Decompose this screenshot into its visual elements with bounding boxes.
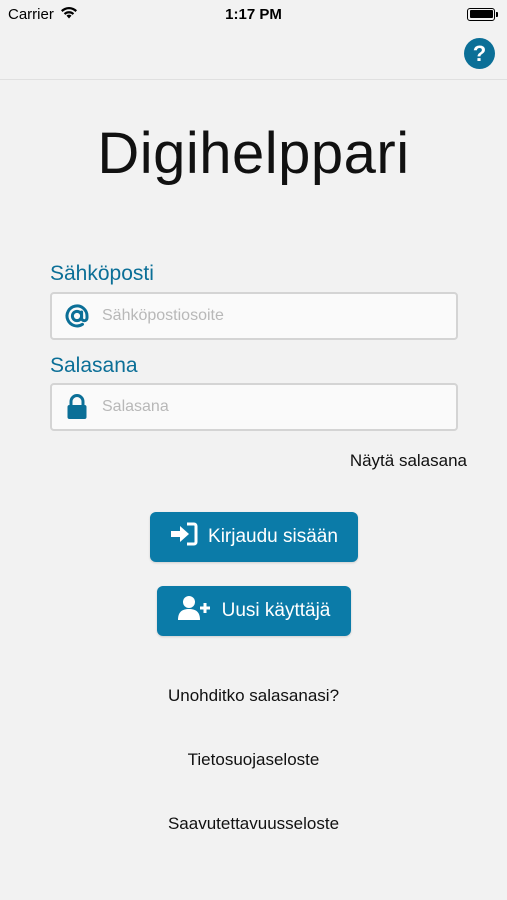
wifi-icon (60, 6, 78, 23)
login-button-label: Kirjaudu sisään (208, 526, 338, 547)
new-user-button-label: Uusi käyttäjä (221, 600, 331, 621)
new-user-button[interactable]: Uusi käyttäjä (157, 586, 351, 636)
app-title: Digihelppari (97, 121, 410, 186)
password-field-container[interactable] (50, 383, 458, 431)
accessibility-statement-link[interactable]: Saavutettavuusseloste (0, 814, 507, 834)
email-label: Sähköposti (50, 262, 154, 285)
show-password-toggle[interactable]: Näytä salasana (350, 451, 467, 471)
privacy-policy-link[interactable]: Tietosuojaseloste (0, 750, 507, 770)
lock-icon (52, 394, 102, 420)
email-field-container[interactable] (50, 292, 458, 340)
login-screen: Carrier 1:17 PM ? Digihelppari Sähköpost… (0, 0, 507, 900)
email-input[interactable] (102, 294, 456, 338)
help-icon[interactable]: ? (464, 38, 495, 69)
add-user-icon (177, 595, 212, 627)
nav-bar: ? (0, 28, 507, 80)
carrier-label: Carrier (8, 5, 54, 23)
status-bar: Carrier 1:17 PM (0, 0, 507, 28)
login-button[interactable]: Kirjaudu sisään (150, 512, 358, 562)
battery-icon (467, 7, 498, 21)
sign-in-icon (170, 522, 198, 552)
forgot-password-link[interactable]: Unohditko salasanasi? (0, 686, 507, 706)
at-icon (52, 303, 102, 329)
password-input[interactable] (102, 385, 456, 429)
password-label: Salasana (50, 354, 138, 377)
